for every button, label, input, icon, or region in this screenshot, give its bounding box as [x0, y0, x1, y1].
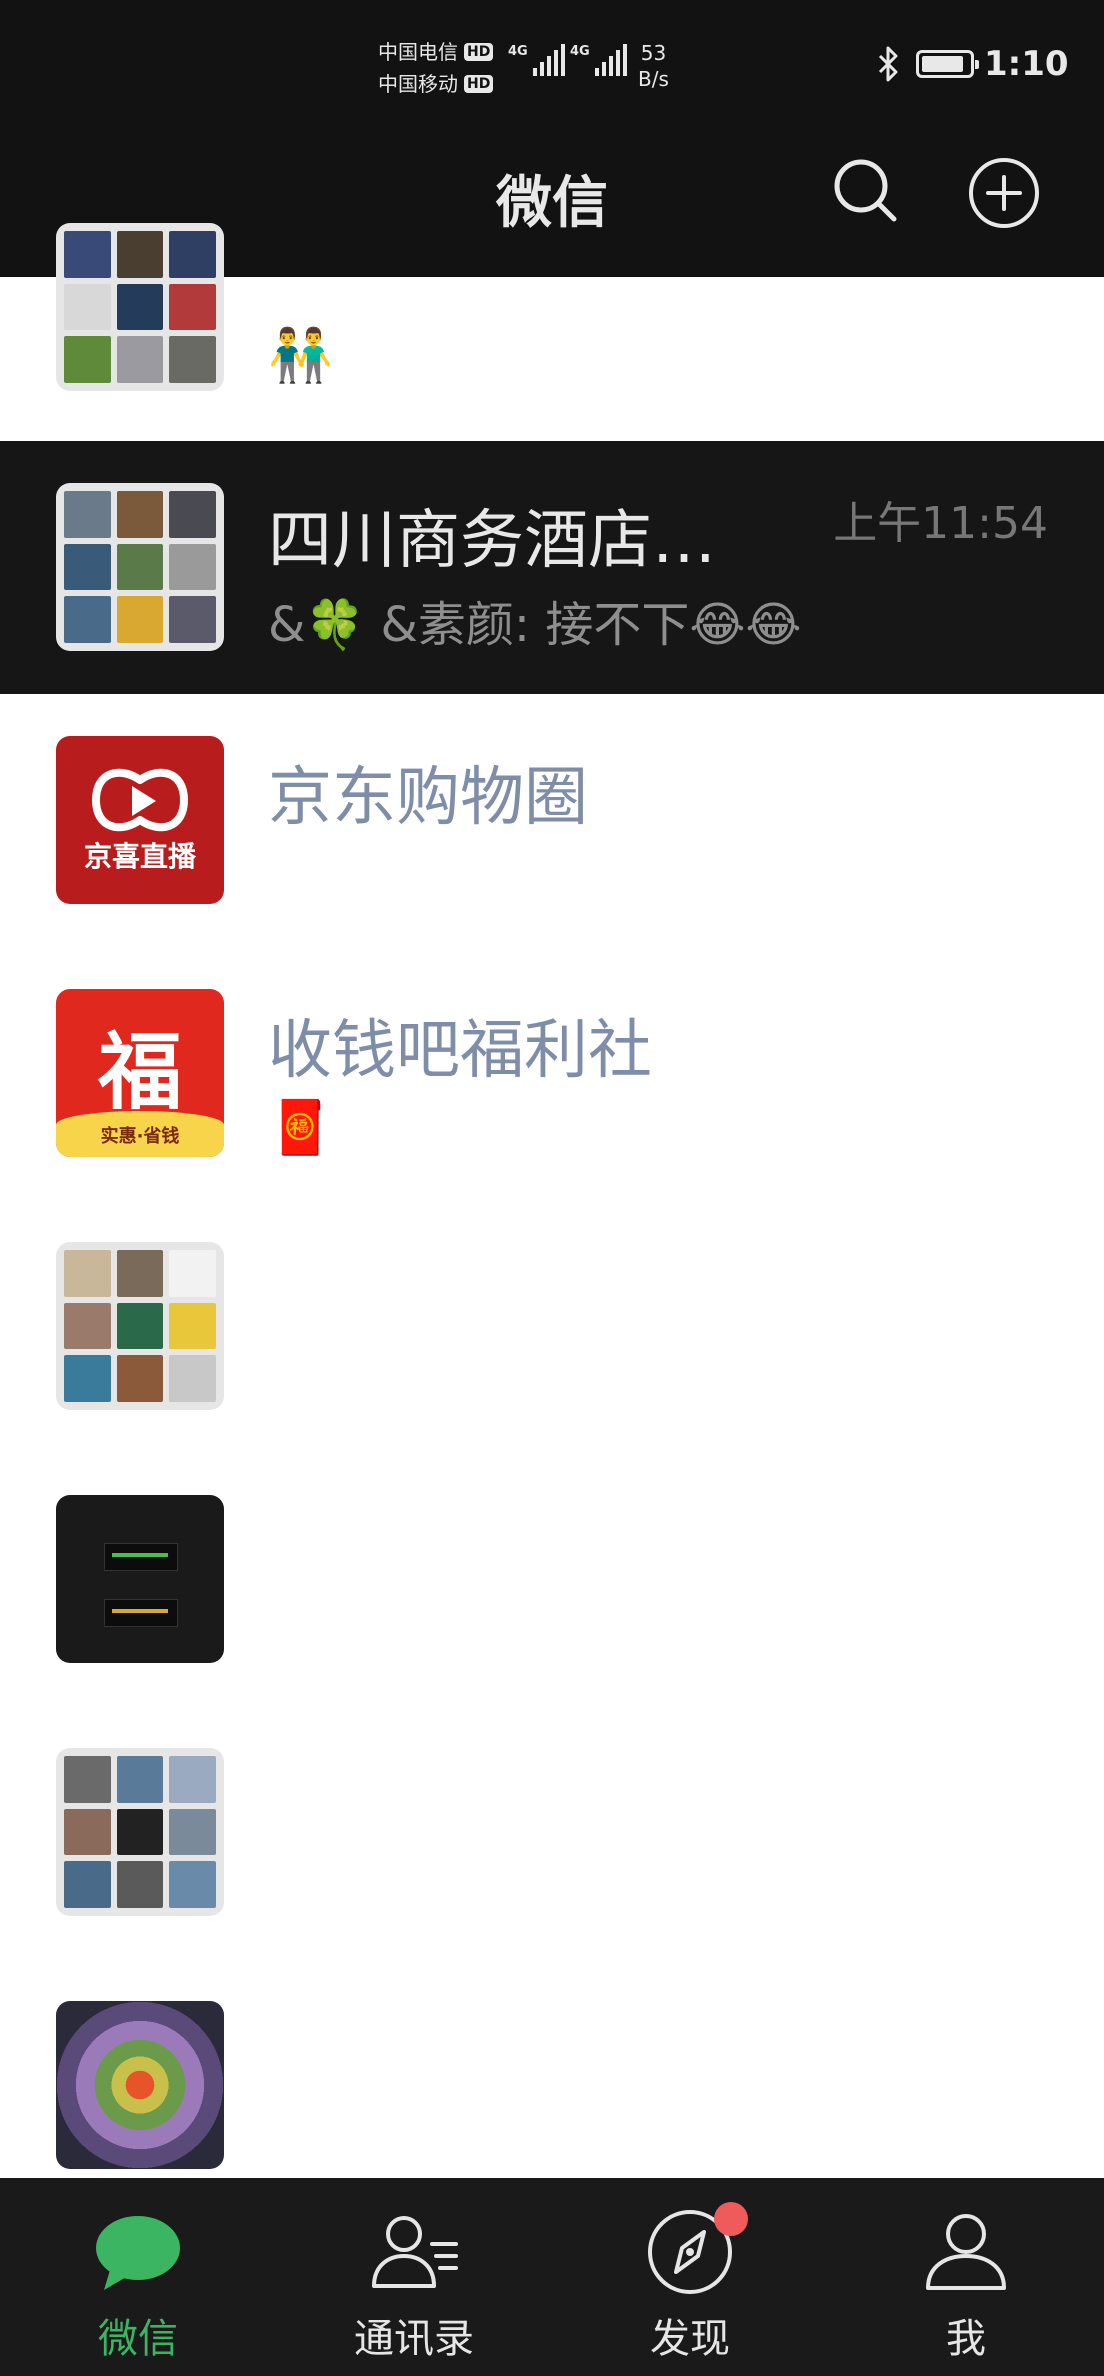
avatar-text: 福 [97, 1023, 182, 1121]
tab-discover[interactable]: 发现 [552, 2178, 828, 2376]
chat-preview: 👬 [268, 326, 333, 386]
chat-name: 四川商务酒店… [268, 504, 716, 578]
jingxi-live-avatar: 京喜直播 [56, 736, 224, 904]
chat-item[interactable]: 福 实惠·省钱 收钱吧福利社 🧧 [0, 947, 1104, 1200]
group-avatar [56, 1748, 224, 1916]
chat-preview: 🧧 [268, 1098, 333, 1158]
avatar-text: 京喜直播 [84, 840, 197, 873]
signal-strength-icon-2: 4G [570, 44, 627, 76]
chat-preview: &🍀 &素颜: 接不下😂😂 [268, 597, 802, 653]
bottom-nav: 微信 通讯录 发现 我 [0, 2178, 1104, 2376]
signal-strength-icon-1: 4G [508, 44, 565, 76]
tab-me-label: 我 [946, 2316, 986, 2362]
network-type-label-1: 4G [508, 44, 528, 59]
carrier-name-1: 中国电信 [378, 40, 458, 64]
carrier-name-2: 中国移动 [378, 72, 458, 96]
avatar-subtext: 实惠·省钱 [56, 1111, 224, 1157]
tab-discover-label: 发现 [650, 2316, 730, 2362]
hd-badge-2: HD [464, 75, 494, 93]
hd-badge-1: HD [464, 43, 494, 61]
tab-chats[interactable]: 微信 [0, 2178, 276, 2376]
bluetooth-icon [878, 46, 898, 82]
chat-bubble-icon [96, 2216, 180, 2290]
tab-me[interactable]: 我 [828, 2178, 1104, 2376]
chat-item[interactable]: 四川商务酒店… &🍀 &素颜: 接不下😂😂 上午11:54 [0, 441, 1104, 694]
group-avatar [56, 483, 224, 651]
tab-chats-label: 微信 [98, 2316, 178, 2362]
network-type-label-2: 4G [570, 44, 590, 59]
status-bar: 中国电信 HD 中国移动 HD 4G 4G 53 B/s 1:10 [0, 0, 1104, 130]
carrier-info: 中国电信 HD 中国移动 HD [378, 36, 494, 100]
battery-icon [916, 50, 979, 78]
chat-time: 上午11:54 [833, 498, 1048, 549]
person-icon [926, 2214, 1006, 2290]
tab-contacts[interactable]: 通讯录 [276, 2178, 552, 2376]
photo-avatar [56, 1495, 224, 1663]
mandala-photo-avatar [56, 2001, 224, 2169]
tab-contacts-label: 通讯录 [354, 2316, 474, 2362]
chat-name: 收钱吧福利社 [268, 1014, 652, 1088]
fu-avatar: 福 实惠·省钱 [56, 989, 224, 1157]
status-time: 1:10 [984, 44, 1069, 84]
plus-circle-icon[interactable] [966, 155, 1042, 231]
group-avatar [56, 1242, 224, 1410]
chat-item[interactable] [0, 1706, 1104, 1959]
search-icon[interactable] [830, 155, 900, 225]
live-play-logo-icon: 京喜直播 [84, 768, 197, 873]
network-speed-value: 53 [640, 41, 667, 65]
chat-name: 京东购物圈 [268, 761, 588, 835]
chat-item[interactable] [0, 1959, 1104, 2178]
chat-item[interactable]: 京喜直播 京东购物圈 [0, 694, 1104, 947]
contacts-icon [372, 2216, 458, 2288]
group-avatar [56, 223, 224, 391]
network-speed-unit: B/s [638, 67, 669, 91]
discover-notification-badge [714, 2202, 748, 2236]
chat-item[interactable] [0, 1453, 1104, 1706]
network-speed: 53 B/s [638, 40, 669, 92]
chat-item[interactable]: 👬 [0, 223, 1104, 440]
chat-item[interactable] [0, 1200, 1104, 1453]
battery-level [922, 56, 964, 72]
